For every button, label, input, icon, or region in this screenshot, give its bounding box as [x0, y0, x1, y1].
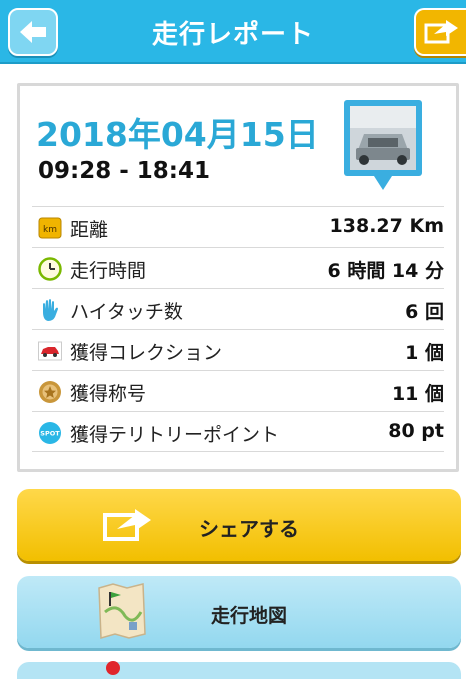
drive-map-button[interactable]: 走行地図 [17, 576, 461, 648]
stat-label: 獲得テリトリーポイント [70, 424, 280, 446]
report-time-range: 09:28 - 18:41 [38, 158, 210, 184]
stat-value: 6 時間 14 分 [327, 260, 444, 282]
stat-value: 138.27 Km [329, 215, 444, 237]
svg-text:SPOT: SPOT [40, 430, 60, 438]
hand-icon [43, 299, 58, 321]
stat-row-drive-time: 走行時間 6 時間 14 分 [32, 247, 444, 288]
page-title: 走行レポート [151, 20, 314, 50]
medal-icon [39, 381, 61, 403]
spot-icon: SPOT [39, 422, 61, 444]
stat-row-high-touch: ハイタッチ数 6 回 [32, 288, 444, 329]
stat-label: 獲得称号 [70, 383, 147, 405]
stat-label: 獲得コレクション [70, 342, 223, 364]
stat-label: 走行時間 [70, 260, 147, 282]
stat-value: 1 個 [405, 342, 444, 364]
clock-icon [38, 257, 62, 281]
pin-icon [106, 661, 120, 675]
svg-text:km: km [43, 225, 57, 235]
report-card: 2018年04月15日 09:28 - 18:41 km 距離 138.27 K… [17, 83, 459, 472]
stat-row-territory-points: SPOT 獲得テリトリーポイント 80 pt [32, 411, 444, 452]
stat-row-collection: 獲得コレクション 1 個 [32, 329, 444, 370]
drive-map-button-label: 走行地図 [210, 605, 287, 627]
stat-label: 距離 [70, 219, 109, 241]
stats-list: km 距離 138.27 Km 走行時間 6 時間 14 分 ハイタッチ数 6 … [32, 206, 444, 452]
car-icon [38, 341, 62, 361]
car-photo-pin[interactable] [342, 98, 424, 198]
stat-row-distance: km 距離 138.27 Km [32, 206, 444, 247]
stat-value: 11 個 [391, 383, 444, 405]
share-button-label: シェアする [199, 517, 299, 541]
share-top-button[interactable] [414, 8, 466, 56]
stat-value: 80 pt [388, 420, 444, 442]
share-icon [424, 20, 458, 44]
share-button[interactable]: シェアする [17, 489, 461, 561]
stat-value: 6 回 [405, 301, 444, 323]
next-button-partial[interactable] [17, 661, 461, 679]
app-header: 走行レポート [0, 0, 466, 64]
km-icon: km [38, 217, 62, 239]
stat-row-titles: 獲得称号 11 個 [32, 370, 444, 411]
stat-label: ハイタッチ数 [70, 301, 183, 323]
report-date: 2018年04月15日 [36, 115, 319, 154]
